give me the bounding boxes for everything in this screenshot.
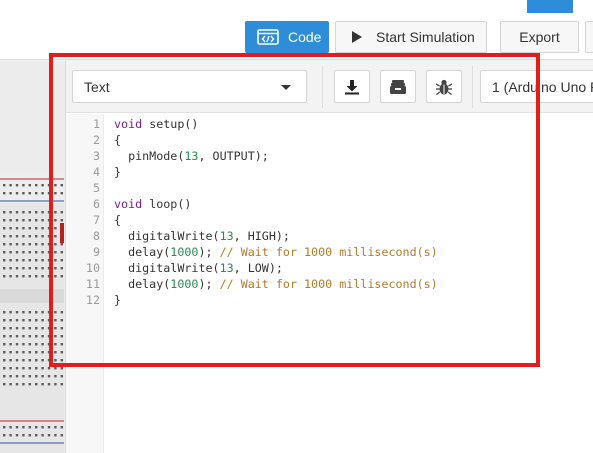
code-line-text: digitalWrite(13, LOW); [114,260,283,276]
code-button-label: Code [288,29,322,45]
start-simulation-label: Start Simulation [376,29,475,45]
line-number: 11 [85,277,100,291]
play-icon [352,31,362,43]
code-line: 8 digitalWrite(13, HIGH); [66,228,593,244]
board-select-dropdown[interactable]: 1 (Arduino Uno R3) [480,70,593,103]
code-token: pinMode( [114,149,185,163]
code-line-text: void setup() [114,116,198,132]
code-line: 7{ [66,212,593,228]
code-token: { [114,133,122,147]
code-line-text: { [114,212,121,228]
code-token: ); [198,277,220,291]
board-select-value: 1 (Arduino Uno R3) [492,78,593,95]
code-line-text: delay(1000); // Wait for 1000 millisecon… [114,276,438,292]
circuit-canvas[interactable] [0,61,66,453]
export-button-label: Export [519,29,560,45]
top-toolbar: Code Start Simulation Export [0,0,593,60]
code-comment: // Wait for 1000 millisecond(s) [219,245,438,259]
debugger-button[interactable] [426,70,462,103]
line-number: 3 [92,149,100,163]
line-number: 7 [92,213,100,227]
code-line-text: } [114,292,121,308]
toolbar-divider [472,66,473,108]
line-number: 2 [92,133,100,147]
line-number: 10 [85,261,100,275]
code-button[interactable]: Code [245,21,329,53]
start-simulation-button[interactable]: Start Simulation [335,21,487,53]
line-number: 6 [92,197,100,211]
code-line: 10 digitalWrite(13, LOW); [66,260,593,276]
code-number: 1000 [170,245,199,259]
line-number: 8 [92,229,100,243]
code-token: , HIGH); [233,229,290,243]
code-token: delay( [114,245,171,259]
code-line: 4} [66,164,593,180]
code-keyword: void [114,197,143,211]
code-token: } [114,293,122,307]
code-keyword: void [114,117,143,131]
code-line: 12} [66,292,593,308]
code-line-text: pinMode(13, OUTPUT); [114,148,269,164]
code-mode-dropdown[interactable]: Text [72,70,307,103]
code-token: } [114,165,122,179]
code-line-text: digitalWrite(13, HIGH); [114,228,290,244]
code-token: delay( [114,277,171,291]
code-line: 9 delay(1000); // Wait for 1000 millisec… [66,244,593,260]
code-line: 2{ [66,132,593,148]
code-token: { [114,213,122,227]
code-token: ); [198,245,220,259]
line-number: 12 [85,293,100,307]
code-editor-panel: Text 1 (Arduino Uno 1 void setup() 2 {3… [66,61,593,453]
code-line-text: } [114,164,121,180]
code-token: digitalWrite( [114,229,220,243]
code-token: loop() [142,197,192,211]
app-window: Code Start Simulation Export Text 1 (Ard… [0,0,593,453]
code-editor-icon [257,29,279,45]
blue-corner-tab[interactable] [527,0,573,13]
export-button[interactable]: Export [500,21,579,53]
line-number: 4 [92,165,100,179]
code-comment: // Wait for 1000 millisecond(s) [219,277,438,291]
share-button-partial[interactable] [585,21,593,53]
chevron-down-icon [281,85,291,90]
line-number: 1 [92,117,100,131]
code-line-text: { [114,132,121,148]
code-number: 1000 [170,277,199,291]
code-text-area[interactable]: 1 void setup() 2{3 pinMode(13, OUTPUT); 4} 5… [66,116,593,308]
code-line-text: delay(1000); // Wait for 1000 millisecon… [114,244,438,260]
line-number: 5 [92,181,100,195]
line-number: 9 [92,245,100,259]
code-token: digitalWrite( [114,261,220,275]
libraries-button[interactable] [380,70,416,103]
code-token: setup() [142,117,199,131]
code-mode-value: Text [84,78,110,95]
code-toolbar: Text 1 (Arduino Uno [66,61,593,113]
code-line-text: void loop() [114,196,191,212]
code-line: 3 pinMode(13, OUTPUT); [66,148,593,164]
code-token: , LOW); [233,261,283,275]
library-icon [390,79,406,94]
code-token: , OUTPUT); [198,149,269,163]
code-number: 13 [219,229,234,243]
breadboard-image [0,171,64,453]
download-code-button[interactable] [334,70,370,103]
code-line: 6 void loop() [66,196,593,212]
code-line: 1 void setup() [66,116,593,132]
code-number: 13 [184,149,199,163]
download-icon [345,79,359,94]
toolbar-divider [322,66,323,108]
code-line: 5 [66,180,593,196]
debug-bug-icon [435,79,453,95]
code-number: 13 [219,261,234,275]
code-line: 11 delay(1000); // Wait for 1000 millise… [66,276,593,292]
